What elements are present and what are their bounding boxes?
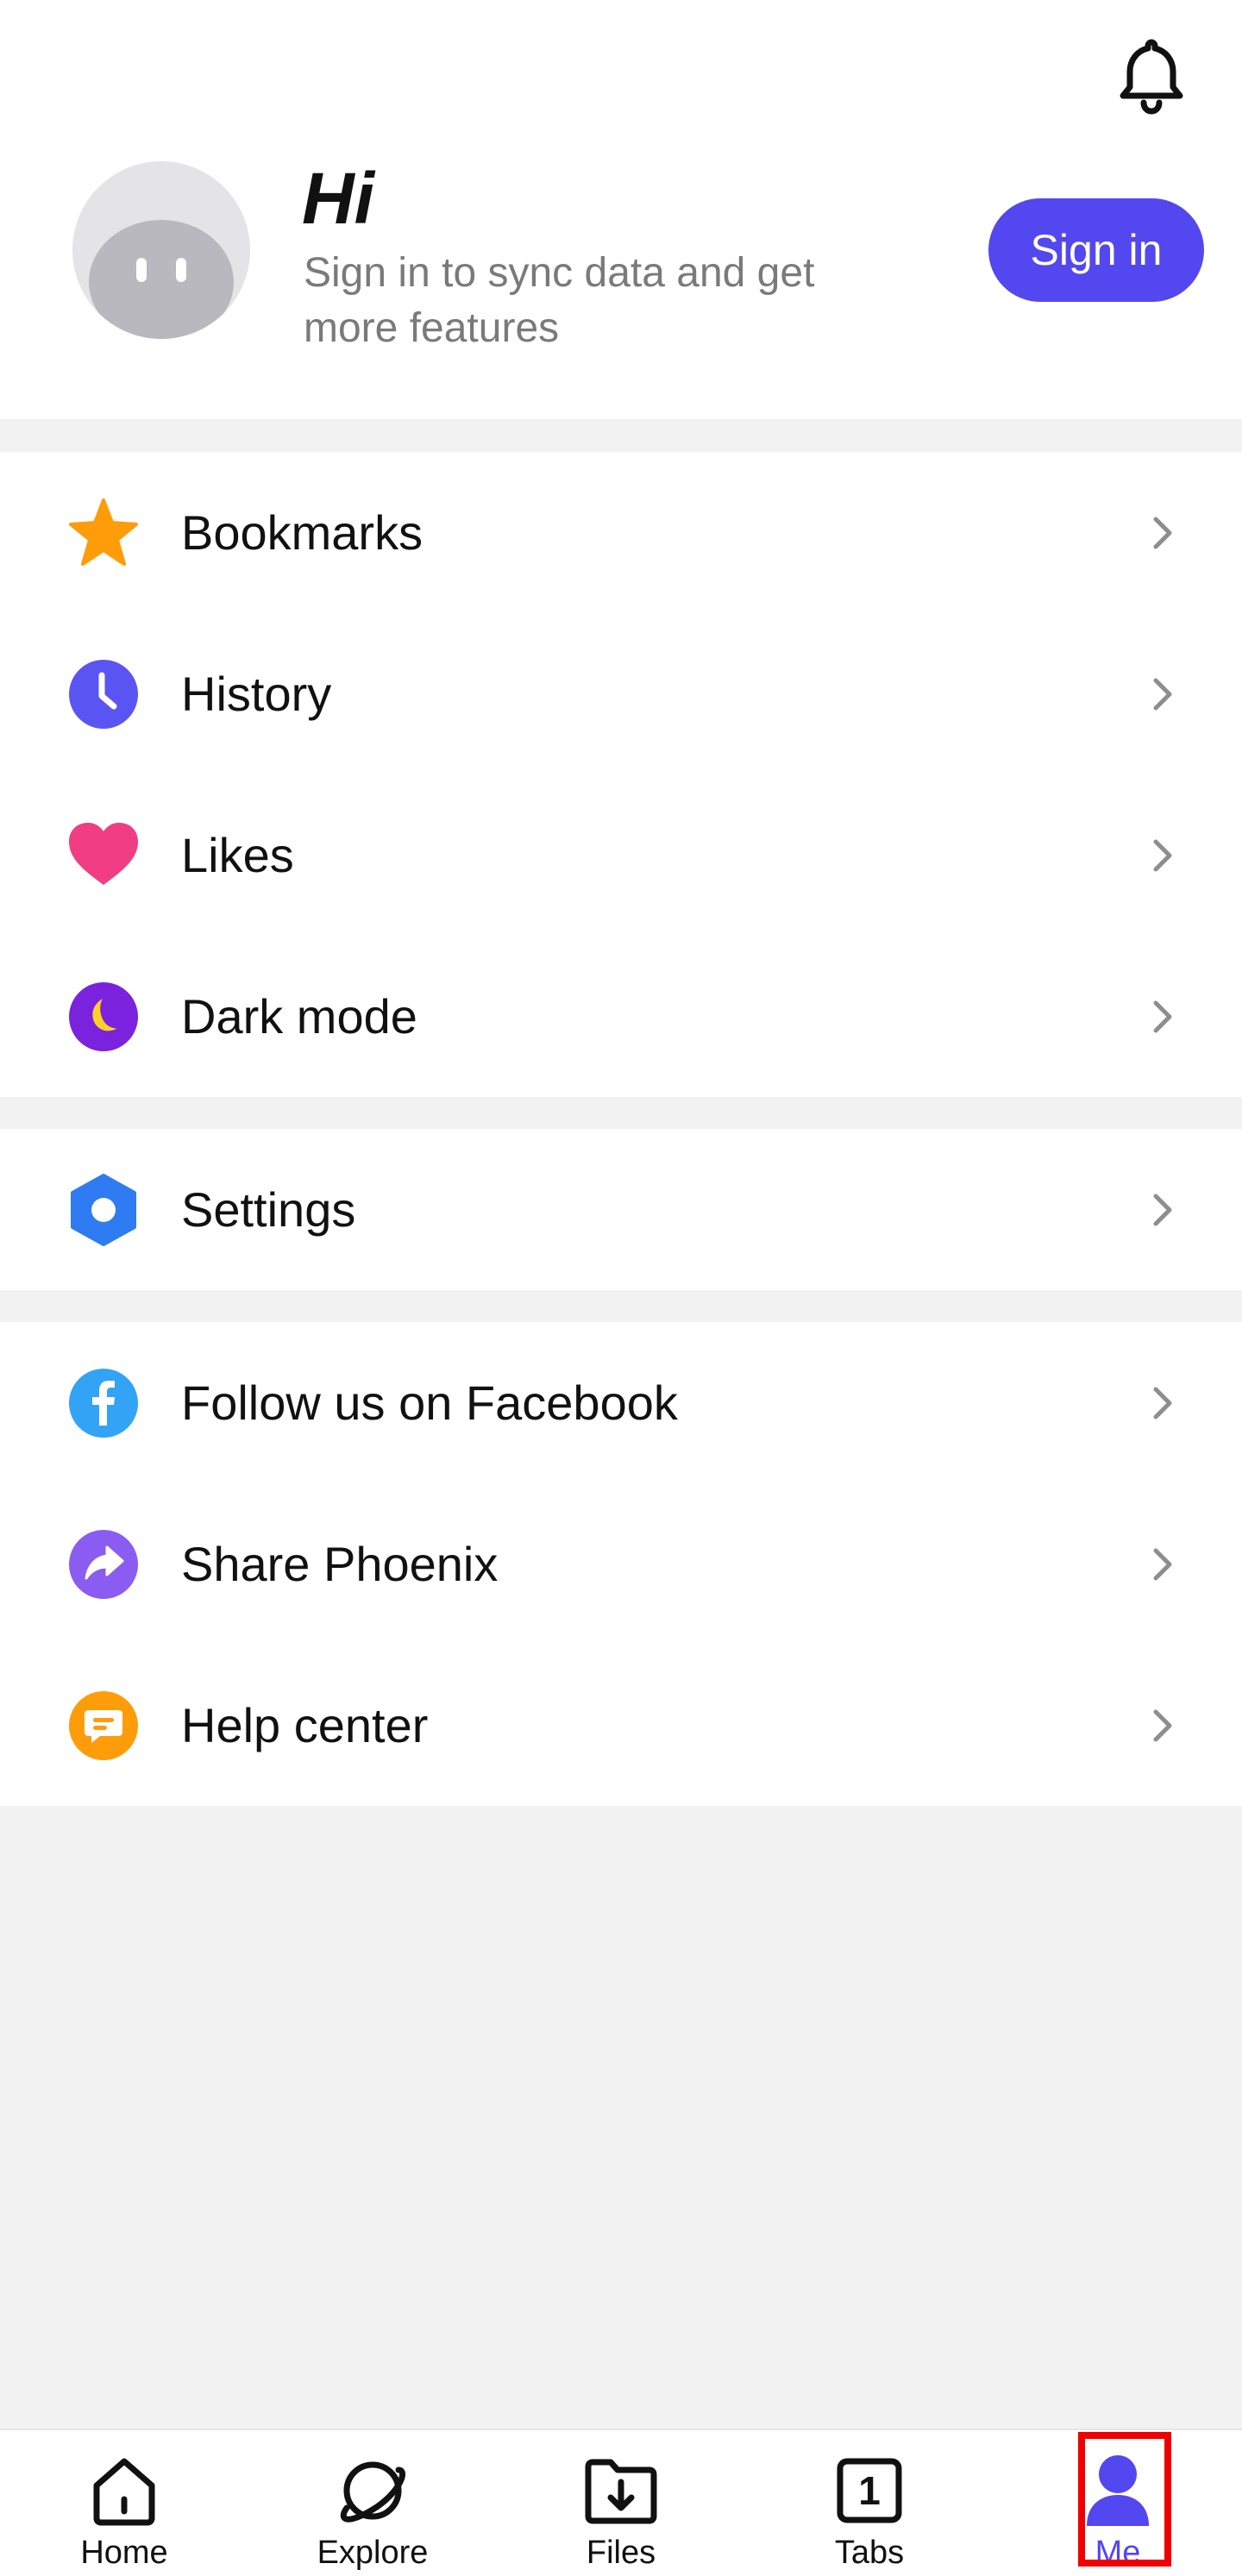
notifications-button[interactable]	[1106, 29, 1197, 121]
menu-item-facebook[interactable]: Follow us on Facebook	[0, 1322, 1242, 1483]
chevron-right-icon	[1153, 678, 1172, 711]
planet-icon	[329, 2448, 416, 2534]
home-icon	[81, 2448, 167, 2534]
nav-files[interactable]: Files	[526, 2430, 716, 2576]
avatar[interactable]	[72, 161, 250, 339]
profile-header: Hi Sign in to sync data and get more fea…	[0, 0, 1242, 419]
nav-label: Tabs	[834, 2535, 905, 2571]
tabs-icon: 1	[826, 2448, 913, 2534]
menu-item-label: Likes	[181, 828, 294, 882]
folder-download-icon	[578, 2448, 664, 2534]
nav-label: Files	[586, 2535, 656, 2571]
person-icon	[1075, 2448, 1161, 2534]
chevron-right-icon	[1153, 1000, 1172, 1033]
menu-item-bookmarks[interactable]: Bookmarks	[0, 452, 1242, 613]
avatar-placeholder-icon	[89, 220, 234, 339]
menu-item-label: History	[181, 667, 332, 721]
menu-item-label: Share Phoenix	[181, 1537, 499, 1591]
star-icon	[67, 497, 140, 569]
chevron-right-icon	[1153, 839, 1172, 872]
menu-item-label: Settings	[181, 1182, 356, 1237]
nav-home[interactable]: Home	[29, 2430, 219, 2576]
nav-tabs[interactable]: 1 Tabs	[775, 2430, 964, 2576]
menu-item-help-center[interactable]: Help center	[0, 1645, 1242, 1806]
nav-label: Home	[80, 2535, 168, 2571]
sign-in-button[interactable]: Sign in	[988, 198, 1204, 302]
menu-section-main: Bookmarks History Likes Dark mode	[0, 452, 1242, 1097]
menu-section-settings: Settings	[0, 1129, 1242, 1290]
clock-icon	[67, 658, 140, 730]
nav-me[interactable]: Me	[1023, 2430, 1213, 2576]
chevron-right-icon	[1153, 1548, 1172, 1581]
menu-item-history[interactable]: History	[0, 613, 1242, 774]
chevron-right-icon	[1153, 1387, 1172, 1420]
nav-label: Explore	[317, 2535, 429, 2571]
chat-bubble-icon	[67, 1689, 140, 1762]
greeting-title: Hi	[302, 158, 374, 239]
chevron-right-icon	[1153, 1194, 1172, 1226]
nav-explore[interactable]: Explore	[278, 2430, 467, 2576]
menu-item-likes[interactable]: Likes	[0, 774, 1242, 936]
menu-item-label: Bookmarks	[181, 505, 423, 560]
menu-item-share[interactable]: Share Phoenix	[0, 1483, 1242, 1645]
menu-item-settings[interactable]: Settings	[0, 1129, 1242, 1290]
chevron-right-icon	[1153, 1709, 1172, 1742]
bell-icon	[1120, 39, 1183, 115]
menu-item-dark-mode[interactable]: Dark mode	[0, 936, 1242, 1097]
greeting-subtitle: Sign in to sync data and get more featur…	[304, 250, 815, 351]
menu-item-label: Follow us on Facebook	[181, 1376, 678, 1430]
moon-icon	[67, 981, 140, 1053]
facebook-icon	[67, 1367, 140, 1439]
chevron-right-icon	[1153, 517, 1172, 549]
bottom-navigation: Home Explore Files 1 Tabs Me	[0, 2429, 1242, 2576]
me-page: Hi Sign in to sync data and get more fea…	[0, 0, 1242, 2576]
menu-item-label: Help center	[181, 1698, 429, 1752]
gear-hexagon-icon	[67, 1174, 140, 1246]
heart-icon	[67, 819, 140, 892]
menu-item-label: Dark mode	[181, 989, 417, 1044]
nav-label: Me	[1095, 2535, 1141, 2571]
tab-count: 1	[858, 2468, 881, 2513]
menu-section-social: Follow us on Facebook Share Phoenix Help…	[0, 1322, 1242, 1806]
share-icon	[67, 1528, 140, 1601]
